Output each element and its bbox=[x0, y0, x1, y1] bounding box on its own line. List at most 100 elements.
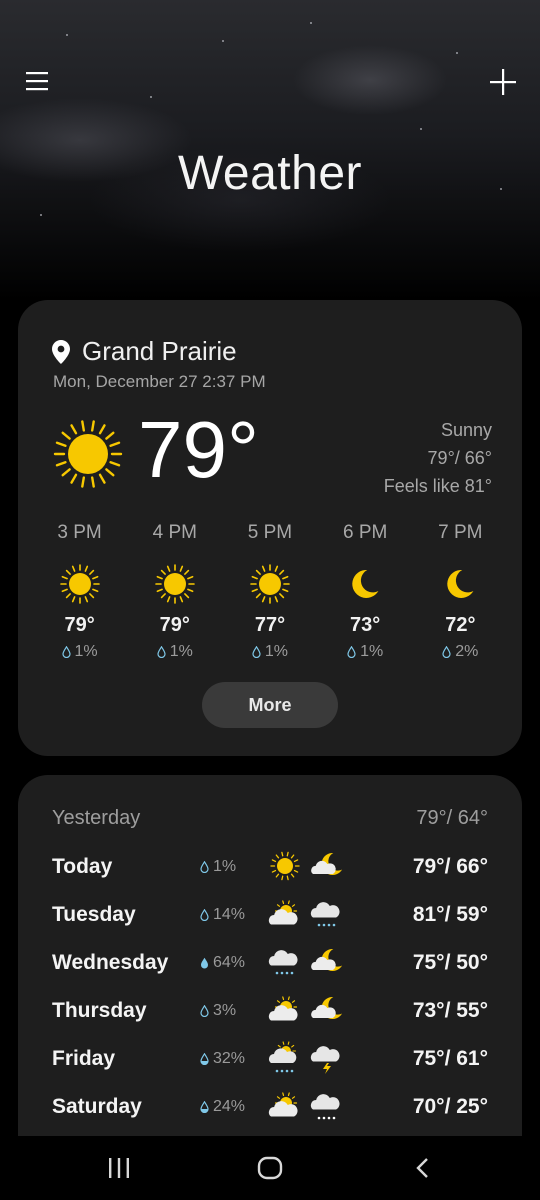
raindrop-icon bbox=[61, 646, 71, 658]
day-temps: 70°/ 25° bbox=[412, 1095, 488, 1118]
yesterday-row: Yesterday 79°/ 64° bbox=[52, 807, 488, 833]
day-temps: 75°/ 50° bbox=[412, 951, 488, 974]
daily-forecast-card[interactable]: Yesterday 79°/ 64° Today 1% 79°/ 66° Tue… bbox=[18, 775, 522, 1155]
hour-temp: 77° bbox=[254, 614, 286, 636]
back-button[interactable] bbox=[402, 1150, 442, 1186]
day-temps: 79°/ 66° bbox=[412, 855, 488, 878]
home-icon bbox=[257, 1156, 283, 1180]
more-button[interactable]: More bbox=[202, 682, 338, 728]
day-rain: 14% bbox=[200, 906, 245, 924]
forecast-row-today[interactable]: Today 1% 79°/ 66° bbox=[52, 847, 488, 887]
sun-icon bbox=[154, 564, 195, 604]
day-name: Wednesday bbox=[52, 951, 169, 974]
hour-time: 3 PM bbox=[57, 522, 102, 543]
location-name: Grand Prairie bbox=[82, 336, 237, 366]
add-location-button[interactable] bbox=[482, 62, 524, 102]
raindrop-icon bbox=[157, 646, 166, 658]
hour-temp: 79° bbox=[159, 614, 190, 636]
sun-icon bbox=[270, 851, 300, 881]
hour-rain: 2% bbox=[413, 643, 508, 661]
day-rain: 64% bbox=[200, 954, 245, 972]
hour-time: 6 PM bbox=[342, 522, 388, 543]
hour-time: 7 PM bbox=[438, 522, 483, 543]
yesterday-label: Yesterday bbox=[52, 807, 141, 829]
hour-rain: 1% bbox=[222, 643, 317, 661]
plus-icon bbox=[490, 69, 516, 95]
recent-apps-button[interactable] bbox=[99, 1150, 139, 1186]
recent-apps-icon bbox=[109, 1158, 129, 1178]
day-temps: 81°/ 59° bbox=[412, 903, 488, 926]
cloud-thunder-icon bbox=[310, 1046, 340, 1074]
forecast-row-saturday[interactable]: Saturday 24% 70°/ 25° bbox=[52, 1087, 488, 1127]
day-temps: 75°/ 61° bbox=[412, 1047, 488, 1070]
partly-cloudy-icon bbox=[268, 900, 298, 925]
hourly-item: 7 PM 72° 2% bbox=[413, 522, 508, 661]
hour-temp: 72° bbox=[445, 614, 476, 636]
day-rain: 32% bbox=[200, 1050, 245, 1068]
raindrop-icon bbox=[347, 646, 356, 658]
day-rain: 24% bbox=[200, 1098, 245, 1116]
raindrop-icon bbox=[200, 1053, 209, 1065]
day-temps: 73°/ 55° bbox=[412, 999, 488, 1022]
hourly-item: 4 PM 79° 1% bbox=[127, 522, 222, 661]
hamburger-menu-icon bbox=[26, 72, 48, 91]
forecast-row-friday[interactable]: Friday 32% 75°/ 61° bbox=[52, 1039, 488, 1079]
hourly-item: 5 PM 77° 1% bbox=[222, 522, 317, 661]
cloud-rain-icon bbox=[268, 950, 298, 975]
home-button[interactable] bbox=[250, 1150, 290, 1186]
hourly-item: 6 PM 73° 1% bbox=[318, 522, 413, 661]
current-details: Sunny 79°/ 66° Feels like 81° bbox=[384, 416, 492, 500]
raindrop-icon bbox=[442, 646, 451, 658]
cloud-moon-icon bbox=[311, 852, 343, 875]
hour-rain: 1% bbox=[318, 643, 413, 661]
cloud-moon-icon bbox=[311, 996, 343, 1019]
partly-cloudy-icon bbox=[268, 1092, 298, 1117]
day-name: Tuesday bbox=[52, 903, 136, 926]
cloud-rain-icon bbox=[310, 902, 340, 927]
cloud-moon-icon bbox=[311, 948, 343, 971]
hourly-item: 3 PM 79° 1% bbox=[32, 522, 127, 661]
forecast-row-thursday[interactable]: Thursday 3% 73°/ 55° bbox=[52, 991, 488, 1031]
day-rain: 1% bbox=[200, 858, 236, 876]
system-navigation-bar bbox=[0, 1136, 540, 1200]
raindrop-icon bbox=[200, 861, 209, 873]
hour-time: 5 PM bbox=[247, 522, 293, 543]
hour-temp: 79° bbox=[64, 614, 95, 636]
day-name: Thursday bbox=[52, 999, 147, 1022]
sun-icon bbox=[59, 564, 100, 604]
day-name: Today bbox=[52, 855, 113, 878]
location-datetime: Mon, December 27 2:37 PM bbox=[53, 372, 266, 391]
day-name: Friday bbox=[52, 1047, 116, 1070]
hourly-forecast: 3 PM 79° 1% 4 PM 79° 1% 5 PM 77° 1% 6 PM… bbox=[32, 522, 508, 661]
day-rain: 3% bbox=[200, 1002, 236, 1020]
partly-cloudy-icon bbox=[268, 996, 298, 1021]
menu-button[interactable] bbox=[18, 62, 56, 100]
current-weather-card[interactable]: Grand Prairie Mon, December 27 2:37 PM 7… bbox=[18, 300, 522, 756]
feels-like-text: Feels like 81° bbox=[383, 476, 492, 496]
raindrop-icon bbox=[200, 1101, 209, 1113]
day-name: Saturday bbox=[52, 1095, 142, 1118]
hour-rain: 1% bbox=[32, 643, 127, 661]
raindrop-icon bbox=[201, 957, 208, 969]
back-icon bbox=[416, 1158, 428, 1178]
location-pin-icon bbox=[52, 339, 70, 364]
hour-time: 4 PM bbox=[152, 522, 197, 543]
raindrop-icon bbox=[200, 1005, 209, 1017]
high-low-text: 79°/ 66° bbox=[427, 448, 492, 468]
page-title: Weather bbox=[177, 147, 363, 200]
current-temperature: 79° bbox=[138, 405, 259, 494]
location-row: Grand Prairie bbox=[52, 336, 237, 367]
hour-temp: 73° bbox=[350, 614, 381, 636]
condition-text: Sunny bbox=[440, 420, 492, 440]
forecast-row-tuesday[interactable]: Tuesday 14% 81°/ 59° bbox=[52, 895, 488, 935]
raindrop-icon bbox=[252, 646, 261, 658]
cloud-snow-icon bbox=[310, 1094, 340, 1120]
sun-icon bbox=[250, 564, 290, 604]
forecast-row-wednesday[interactable]: Wednesday 64% 75°/ 50° bbox=[52, 943, 488, 983]
moon-icon bbox=[447, 569, 474, 598]
yesterday-temps: 79°/ 64° bbox=[416, 807, 488, 829]
sun-cloud-rain-icon bbox=[269, 1041, 297, 1073]
sun-icon bbox=[53, 420, 123, 488]
hour-rain: 1% bbox=[127, 643, 222, 661]
moon-icon bbox=[352, 569, 379, 598]
